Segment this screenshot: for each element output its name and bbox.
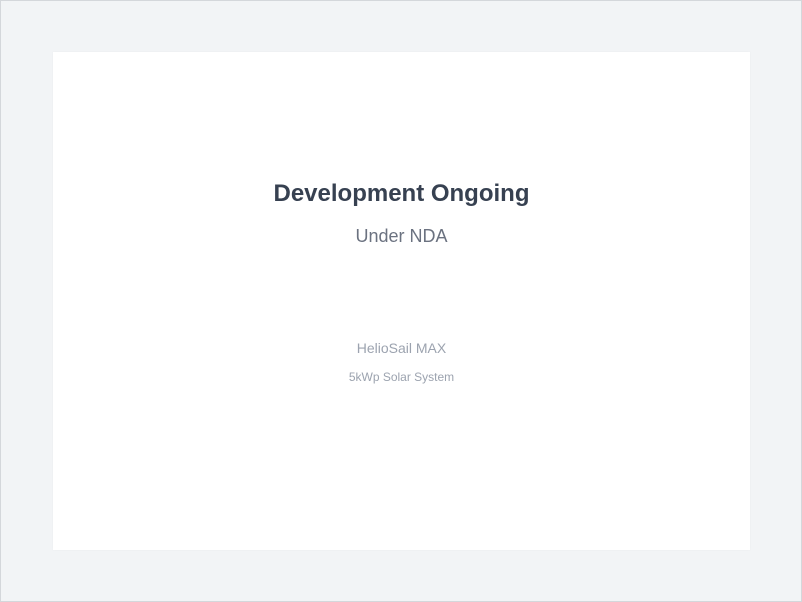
product-name: HelioSail MAX — [356, 340, 447, 356]
status-subtitle: Under NDA — [355, 226, 448, 246]
page-frame: Development Ongoing Under NDA HelioSail … — [0, 0, 802, 602]
status-title: Development Ongoing — [273, 180, 530, 207]
product-description: 5kWp Solar System — [348, 370, 455, 384]
status-card: Development Ongoing Under NDA HelioSail … — [53, 52, 750, 550]
